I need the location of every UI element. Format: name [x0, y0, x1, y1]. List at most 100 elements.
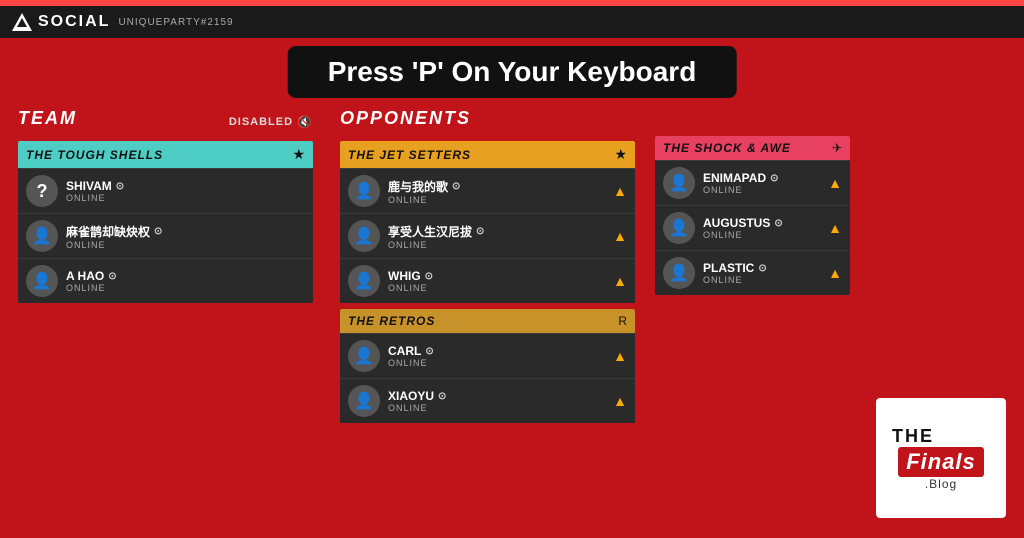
avatar: 👤: [663, 167, 695, 199]
avatar-person-icon: 👤: [669, 263, 689, 283]
avatar-person-icon: 👤: [354, 346, 374, 366]
finals-main-text: Finals: [898, 447, 984, 477]
jet-setters-header: THE JET SETTERS ★: [340, 141, 635, 168]
player-status: ONLINE: [66, 240, 305, 250]
team-name: THE TOUGH SHELLS: [26, 148, 163, 162]
player-name: 享受人生汉尼拔 ⊙: [388, 223, 605, 240]
steam-icon: ⊙: [774, 218, 782, 229]
logo: SOCIAL: [12, 13, 110, 31]
retros-name: THE RETROS: [348, 314, 435, 328]
press-p-banner: Press 'P' On Your Keyboard: [288, 46, 737, 98]
player-status: ONLINE: [703, 230, 820, 240]
avatar: 👤: [348, 385, 380, 417]
warning-icon: ▲: [613, 393, 627, 409]
third-section: THE SHOCK & AWE ✈ 👤 ENIMAPAD ⊙ ONLINE ▲ …: [655, 108, 850, 298]
warning-icon: ▲: [613, 183, 627, 199]
steam-icon: ⊙: [452, 181, 460, 192]
avatar: 👤: [348, 340, 380, 372]
player-info: CARL ⊙ ONLINE: [388, 344, 605, 368]
player-row: 👤 XIAOYU ⊙ ONLINE ▲: [340, 378, 635, 423]
player-status: ONLINE: [703, 275, 820, 285]
player-name: 鹿与我的歌 ⊙: [388, 178, 605, 195]
player-status: ONLINE: [66, 193, 305, 203]
jet-setters-name: THE JET SETTERS: [348, 148, 471, 162]
warning-icon: ▲: [613, 273, 627, 289]
warning-icon: ▲: [828, 175, 842, 191]
player-name: A HAO ⊙: [66, 269, 305, 283]
avatar: 👤: [348, 220, 380, 252]
player-status: ONLINE: [703, 185, 820, 195]
steam-icon: ⊙: [770, 173, 778, 184]
logo-triangle-icon: [12, 13, 32, 31]
avatar: 👤: [348, 265, 380, 297]
header-bar: SOCIAL UNIQUEPARTY#2159: [0, 6, 1024, 38]
team-card-tough-shells: THE TOUGH SHELLS ★ ? SHIVAM ⊙ ONLINE 👤 麻…: [18, 141, 313, 303]
steam-icon: ⊙: [425, 271, 433, 282]
opponents-label: OPPONENTS: [340, 108, 471, 129]
player-status: ONLINE: [388, 240, 605, 250]
steam-icon: ⊙: [438, 391, 446, 402]
player-name: 麻雀鹊却缺炔权 ⊙: [66, 223, 305, 240]
player-info: SHIVAM ⊙ ONLINE: [66, 179, 305, 203]
player-info: 鹿与我的歌 ⊙ ONLINE: [388, 178, 605, 205]
team-label: TEAM: [18, 108, 77, 129]
player-status: ONLINE: [388, 358, 605, 368]
avatar-person-icon: 👤: [354, 391, 374, 411]
player-name: XIAOYU ⊙: [388, 389, 605, 403]
player-row: 👤 CARL ⊙ ONLINE ▲: [340, 333, 635, 378]
steam-icon: ⊙: [425, 346, 433, 357]
opponents-header: OPPONENTS: [340, 108, 635, 135]
player-info: 麻雀鹊却缺炔权 ⊙ ONLINE: [66, 223, 305, 250]
party-id: UNIQUEPARTY#2159: [118, 17, 233, 28]
player-row: 👤 享受人生汉尼拔 ⊙ ONLINE ▲: [340, 213, 635, 258]
player-row: 👤 AUGUSTUS ⊙ ONLINE ▲: [655, 205, 850, 250]
player-info: A HAO ⊙ ONLINE: [66, 269, 305, 293]
shock-awe-name: THE SHOCK & AWE: [663, 141, 791, 155]
shock-awe-icon: ✈: [832, 141, 842, 155]
player-name: WHIG ⊙: [388, 269, 605, 283]
player-name: CARL ⊙: [388, 344, 605, 358]
social-label: SOCIAL: [38, 13, 110, 31]
team-section: TEAM DISABLED 🔇 THE TOUGH SHELLS ★ ? SHI…: [18, 108, 313, 306]
warning-icon: ▲: [828, 265, 842, 281]
player-info: WHIG ⊙ ONLINE: [388, 269, 605, 293]
team-card-shock-awe: THE SHOCK & AWE ✈ 👤 ENIMAPAD ⊙ ONLINE ▲ …: [655, 136, 850, 295]
avatar: 👤: [26, 220, 58, 252]
disabled-text: DISABLED: [229, 116, 293, 128]
avatar-person-icon: 👤: [354, 271, 374, 291]
avatar: 👤: [348, 175, 380, 207]
player-name: SHIVAM ⊙: [66, 179, 305, 193]
player-info: XIAOYU ⊙ ONLINE: [388, 389, 605, 413]
player-row: 👤 PLASTIC ⊙ ONLINE ▲: [655, 250, 850, 295]
player-info: PLASTIC ⊙ ONLINE: [703, 261, 820, 285]
player-status: ONLINE: [388, 403, 605, 413]
avatar-person-icon: 👤: [354, 226, 374, 246]
finals-the-text: THE: [884, 426, 934, 447]
avatar: 👤: [663, 257, 695, 289]
retros-header: THE RETROS R: [340, 309, 635, 333]
finals-blog-logo: THE Finals .Blog: [876, 398, 1006, 518]
player-status: ONLINE: [388, 283, 605, 293]
player-name: PLASTIC ⊙: [703, 261, 820, 275]
avatar-question: ?: [37, 181, 48, 202]
disabled-status: DISABLED 🔇: [229, 115, 313, 129]
avatar-person-icon: 👤: [669, 218, 689, 238]
player-info: AUGUSTUS ⊙ ONLINE: [703, 216, 820, 240]
shock-awe-header: THE SHOCK & AWE ✈: [655, 136, 850, 160]
warning-icon: ▲: [613, 348, 627, 364]
warning-icon: ▲: [828, 220, 842, 236]
star-icon: ★: [292, 146, 305, 163]
finals-blog-text: .Blog: [925, 477, 957, 491]
avatar-person-icon: 👤: [669, 173, 689, 193]
player-row: 👤 ENIMAPAD ⊙ ONLINE ▲: [655, 160, 850, 205]
avatar: 👤: [663, 212, 695, 244]
player-name: AUGUSTUS ⊙: [703, 216, 820, 230]
player-row: 👤 麻雀鹊却缺炔权 ⊙ ONLINE: [18, 213, 313, 258]
steam-icon: ⊙: [476, 226, 484, 237]
press-p-text: Press 'P' On Your Keyboard: [328, 56, 697, 88]
player-row: 👤 A HAO ⊙ ONLINE: [18, 258, 313, 303]
opponents-section: OPPONENTS THE JET SETTERS ★ 👤 鹿与我的歌 ⊙ ON…: [340, 108, 635, 426]
avatar-person-icon: 👤: [354, 181, 374, 201]
player-row: 👤 鹿与我的歌 ⊙ ONLINE ▲: [340, 168, 635, 213]
player-info: 享受人生汉尼拔 ⊙ ONLINE: [388, 223, 605, 250]
